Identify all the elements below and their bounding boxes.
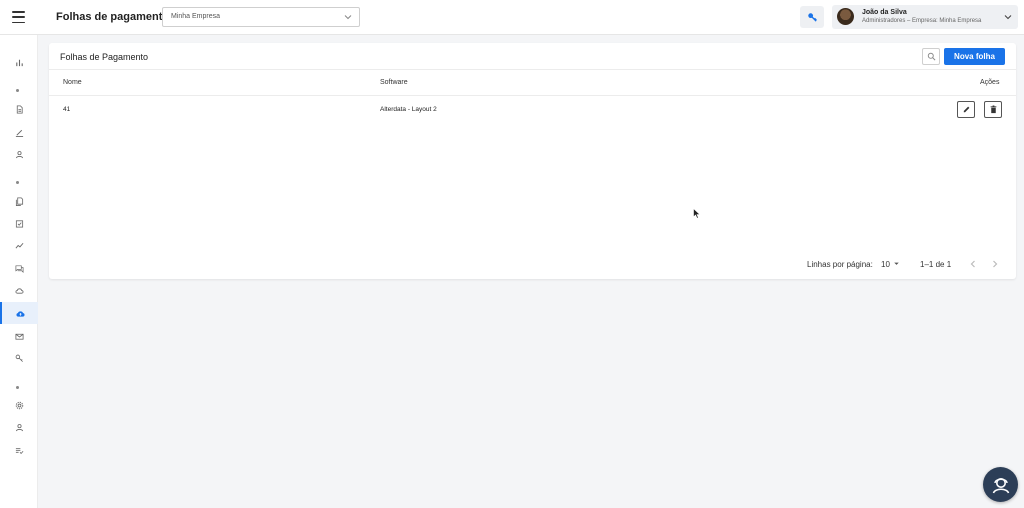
- sidebar-separator: [16, 386, 19, 389]
- new-payroll-button[interactable]: Nova folha: [944, 48, 1005, 65]
- avatar: [837, 8, 854, 25]
- rows-per-page-label: Linhas por página:: [807, 260, 873, 269]
- sidebar-item-sign[interactable]: [0, 121, 38, 143]
- rows-per-page-select[interactable]: 10: [881, 260, 890, 269]
- user-icon: [15, 150, 23, 158]
- sidebar-item-settings[interactable]: [0, 394, 38, 416]
- cell-name: 41: [63, 106, 71, 113]
- mail-icon: [14, 333, 24, 340]
- sidebar-item-mail[interactable]: [0, 325, 38, 347]
- company-select-value: Minha Empresa: [171, 13, 221, 20]
- key-icon: [807, 12, 817, 22]
- sidebar-item-profile[interactable]: [0, 416, 38, 438]
- chevron-right-icon[interactable]: [989, 258, 1001, 270]
- search-icon: [927, 52, 935, 61]
- sidebar: [0, 35, 38, 508]
- top-bar: Folhas de pagamento Minha Empresa João d…: [0, 0, 1024, 35]
- edit-button[interactable]: [957, 101, 975, 118]
- sidebar-item-keys[interactable]: [0, 347, 38, 369]
- user-role: Administradores – Empresa: Minha Empresa: [862, 18, 982, 24]
- card-title: Folhas de Pagamento: [60, 52, 149, 62]
- key-icon: [15, 354, 23, 362]
- edit-icon: [963, 106, 969, 113]
- cloud-upload-icon: [15, 310, 25, 317]
- sidebar-item-checklist[interactable]: [0, 439, 38, 461]
- sidebar-item-reports[interactable]: [0, 234, 38, 256]
- delete-button[interactable]: [984, 101, 1002, 118]
- list-check-icon: [15, 447, 23, 454]
- key-button[interactable]: [800, 6, 824, 28]
- chevron-down-icon: [344, 15, 352, 20]
- pagination-range: 1–1 de 1: [920, 260, 952, 269]
- pen-icon: [15, 129, 23, 137]
- page-title: Folhas de pagamento: [56, 11, 170, 23]
- sidebar-item-payroll[interactable]: [0, 302, 38, 324]
- cloud-sync-icon: [15, 287, 23, 294]
- sidebar-separator: [16, 89, 19, 92]
- chat-icon: [15, 264, 23, 273]
- column-header-actions: Ações: [980, 79, 1000, 86]
- settings-icon: [15, 401, 23, 409]
- help-button[interactable]: [983, 467, 1018, 502]
- menu-icon[interactable]: [12, 11, 25, 23]
- support-agent-icon: [992, 477, 1009, 493]
- sidebar-item-sync[interactable]: [0, 279, 38, 301]
- divider: [49, 69, 1016, 70]
- sidebar-item-copies[interactable]: [0, 190, 38, 212]
- divider: [49, 95, 1016, 96]
- chevron-left-icon[interactable]: [967, 258, 979, 270]
- chevron-down-icon: [1004, 15, 1012, 20]
- sidebar-item-tasks[interactable]: [0, 212, 38, 234]
- checklist-icon: [15, 219, 23, 228]
- cell-software: Alterdata - Layout 2: [380, 106, 437, 113]
- column-header-name: Nome: [63, 79, 82, 86]
- copy-icon: [15, 196, 23, 206]
- sidebar-item-messages[interactable]: [0, 257, 38, 279]
- sidebar-item-users[interactable]: [0, 143, 38, 165]
- user-name: João da Silva: [862, 9, 907, 16]
- sidebar-separator: [16, 181, 19, 184]
- person-icon: [15, 423, 23, 431]
- user-menu[interactable]: João da Silva Administradores – Empresa:…: [832, 5, 1018, 29]
- search-button[interactable]: [922, 48, 940, 65]
- company-select[interactable]: Minha Empresa: [162, 7, 360, 27]
- trash-icon: [990, 105, 996, 114]
- document-icon: [16, 104, 23, 114]
- column-header-software: Software: [380, 79, 408, 86]
- bar-chart-icon: [15, 59, 23, 66]
- sidebar-item-dashboard[interactable]: [0, 51, 38, 73]
- caret-down-icon[interactable]: [892, 259, 901, 268]
- trend-icon: [15, 242, 23, 248]
- mouse-cursor-icon: [693, 208, 701, 219]
- payroll-card: Folhas de Pagamento Nova folha Nome Soft…: [49, 43, 1016, 279]
- sidebar-item-documents[interactable]: [0, 98, 38, 120]
